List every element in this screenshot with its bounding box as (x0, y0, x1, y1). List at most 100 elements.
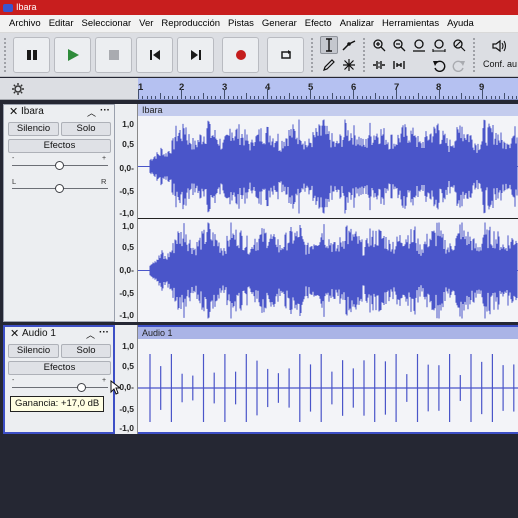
ruler-tick (202, 93, 204, 99)
more-options-icon[interactable]: ··· (100, 105, 110, 116)
ruler-tick (262, 96, 264, 99)
mute-button[interactable]: Silencio (8, 344, 59, 358)
track-control-panel-ibara[interactable]: ✕ Ibara ︿ ··· Silencio Solo Efectos - + … (3, 104, 115, 322)
multi-tool[interactable] (340, 56, 358, 74)
ruler-tick (387, 96, 389, 99)
toolbar-grip[interactable] (3, 37, 7, 73)
ruler-tick (236, 96, 238, 99)
scale-label: -0,5 (119, 288, 134, 298)
ruler-tick (490, 96, 492, 99)
menu-ver[interactable]: Ver (135, 18, 157, 29)
menu-reproduccion[interactable]: Reproducción (157, 18, 224, 29)
solo-button[interactable]: Solo (61, 122, 111, 136)
play-button[interactable] (54, 37, 91, 73)
skip-to-start-button[interactable] (136, 37, 173, 73)
toolbar-grip-edit[interactable] (362, 37, 366, 73)
collapse-icon[interactable]: ︿ (87, 106, 96, 119)
collapse-icon[interactable]: ︿ (86, 328, 95, 341)
record-button[interactable] (222, 37, 259, 73)
undo-button[interactable] (430, 56, 448, 74)
stop-button[interactable] (95, 37, 132, 73)
menu-analizar[interactable]: Analizar (336, 18, 378, 29)
gain-minus-label: - (12, 377, 15, 384)
ruler-tick (413, 96, 415, 99)
waveform-right-channel (138, 222, 518, 319)
zoom-out-button[interactable] (390, 36, 408, 54)
fit-selection-button[interactable] (410, 36, 428, 54)
menu-ayuda[interactable]: Ayuda (443, 18, 478, 29)
scale-label: 0,5 (122, 242, 134, 252)
draw-tool[interactable] (320, 56, 338, 74)
trim-outside-button[interactable] (370, 56, 388, 74)
ruler-tick (365, 96, 367, 99)
selection-tool[interactable] (320, 36, 338, 54)
pause-icon (26, 50, 37, 60)
amplitude-scale: 1,0 0,5 0,0- -0,5 -1,0 (115, 104, 138, 218)
zoom-toggle-button[interactable] (450, 36, 468, 54)
timeline-ruler[interactable]: 1 2 3 4 5 6 7 8 9 (138, 78, 518, 100)
ruler-tick (408, 96, 410, 99)
clip-title-bar[interactable]: Audio 1 (138, 327, 518, 339)
loop-button[interactable] (267, 37, 304, 73)
clip-title-bar[interactable]: Ibara (138, 104, 518, 116)
silence-audio-button[interactable] (390, 56, 408, 74)
ruler-tick (185, 96, 187, 99)
skip-to-end-button[interactable] (177, 37, 214, 73)
menu-pistas[interactable]: Pistas (224, 18, 258, 29)
menu-generar[interactable]: Generar (258, 18, 301, 29)
redo-icon (452, 60, 465, 72)
menu-herramientas[interactable]: Herramientas (378, 18, 443, 29)
track-name[interactable]: Audio 1 (22, 328, 56, 340)
stop-icon (108, 50, 119, 60)
redo-button[interactable] (450, 56, 468, 74)
ruler-tick (344, 96, 346, 99)
ruler-tick (348, 96, 350, 99)
gain-slider-track[interactable] (12, 387, 108, 388)
effects-button[interactable]: Efectos (8, 361, 111, 375)
clip-name: Audio 1 (142, 328, 173, 338)
ruler-tick (451, 96, 453, 99)
close-track-icon[interactable]: ✕ (10, 327, 19, 341)
audio-setup-label: Conf. au (483, 59, 518, 69)
ruler-tick (426, 96, 428, 99)
waveform-mono-channel (138, 354, 518, 422)
envelope-icon (342, 40, 356, 51)
ruler-tick (512, 96, 514, 99)
envelope-tool[interactable] (340, 36, 358, 54)
menu-archivo[interactable]: Archivo (5, 18, 45, 29)
ruler-tick (193, 96, 195, 99)
ruler-tick (292, 96, 294, 99)
gear-icon[interactable] (11, 82, 25, 96)
gain-slider-knob[interactable] (55, 161, 64, 170)
mute-button[interactable]: Silencio (8, 122, 59, 136)
track-control-panel-audio1[interactable]: ✕ Audio 1 ︿ ··· Silencio Solo Efectos - … (3, 325, 115, 434)
zoom-in-button[interactable] (370, 36, 388, 54)
ruler-tick (146, 96, 148, 99)
gain-plus-label: + (102, 377, 107, 384)
toolbar-grip-setup[interactable] (472, 37, 476, 73)
scale-label: -1,0 (119, 423, 134, 433)
track-name[interactable]: Ibara (21, 106, 44, 118)
audio-setup-button[interactable]: Conf. au (479, 37, 518, 73)
menu-efecto[interactable]: Efecto (301, 18, 336, 29)
effects-button[interactable]: Efectos (8, 139, 111, 153)
ruler-tick (198, 96, 200, 99)
waveform-area-ibara[interactable]: Ibara (138, 104, 518, 322)
gain-slider-knob[interactable] (77, 383, 86, 392)
solo-button[interactable]: Solo (61, 344, 111, 358)
close-track-icon[interactable]: ✕ (9, 105, 18, 119)
pause-button[interactable] (13, 37, 50, 73)
pan-left-label: L (12, 177, 17, 186)
menu-seleccionar[interactable]: Seleccionar (78, 18, 136, 29)
ruler-tick (211, 96, 213, 99)
pan-slider-knob[interactable] (55, 184, 64, 193)
scale-label: 1,0 (122, 341, 134, 351)
fit-project-button[interactable] (430, 36, 448, 54)
ruler-tick (172, 96, 174, 99)
more-options-icon[interactable]: ··· (99, 327, 109, 338)
menu-editar[interactable]: Editar (45, 18, 78, 29)
waveform-area-audio1[interactable]: Audio 1 (138, 325, 518, 434)
toolbar-grip-tools[interactable] (310, 37, 314, 73)
ruler-tick (271, 96, 273, 99)
ruler-tick (417, 93, 419, 99)
